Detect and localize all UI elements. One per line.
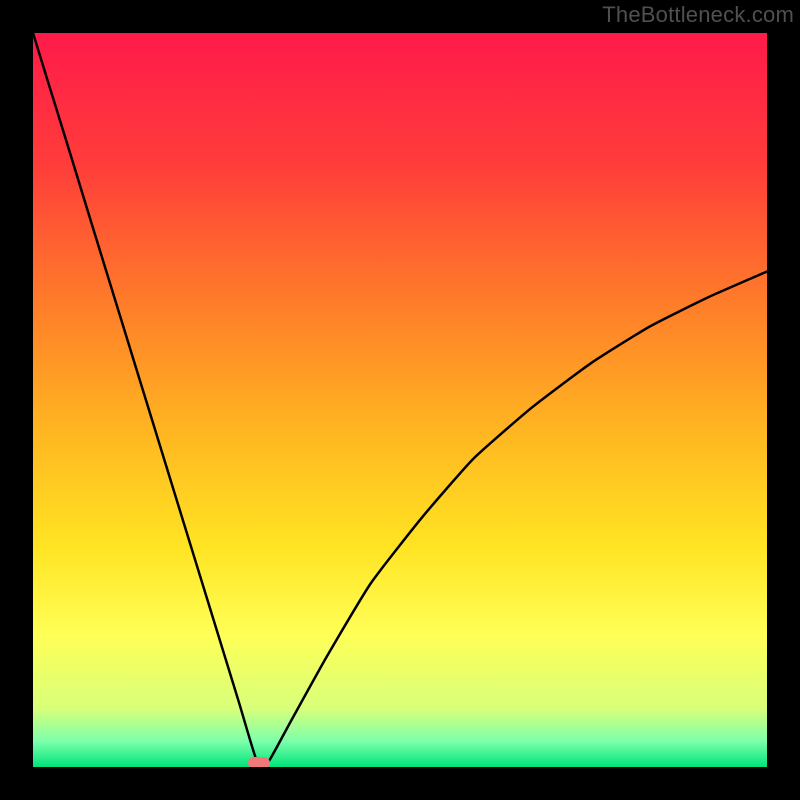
plot-area — [33, 33, 767, 767]
plot-svg — [33, 33, 767, 767]
gradient-background — [33, 33, 767, 767]
watermark-text: TheBottleneck.com — [602, 2, 794, 28]
chart-frame: TheBottleneck.com — [0, 0, 800, 800]
